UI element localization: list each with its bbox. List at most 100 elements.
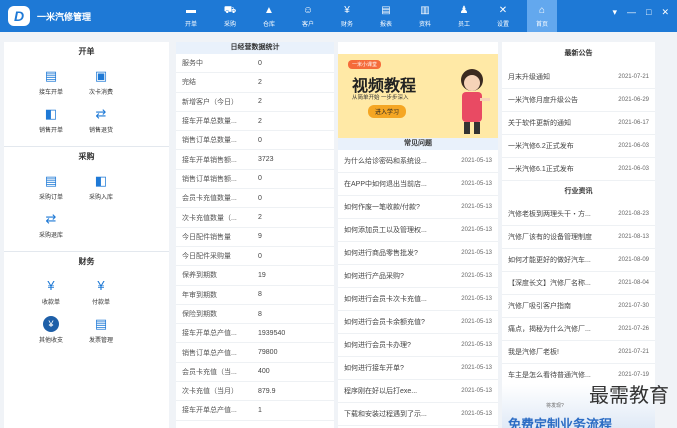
faq-row[interactable]: 如何添加员工以及管理权... 2021-05-13 <box>338 219 498 242</box>
faq-row[interactable]: 如何进行会员卡余额充值? 2021-05-13 <box>338 311 498 334</box>
stat-row: 接车开单总数量... 2 <box>176 112 334 132</box>
industry-row[interactable]: 我是汽修厂老板! 2021-07-21 <box>502 341 655 364</box>
quick-jieche-kaidan[interactable]: ▤ 接车开单 <box>28 68 74 96</box>
quick-label: 发票管理 <box>88 338 113 344</box>
book-icon: ◧ <box>44 106 58 121</box>
section-title-caiwu: 财务 <box>78 257 95 266</box>
stat-row-label: 今日配件销售量 <box>182 233 231 241</box>
faq-row[interactable]: 如何进行会员卡次卡充值... 2021-05-13 <box>338 288 498 311</box>
industry-row-value: 2021-07-30 <box>618 303 649 309</box>
swap-icon: ⇄ <box>95 106 107 121</box>
stat-row-value: 79800 <box>258 349 278 357</box>
faq-row[interactable]: 如何进行产品采购? 2021-05-13 <box>338 265 498 288</box>
announce-row-value: 2021-07-21 <box>618 74 649 80</box>
nav-label: 资料 <box>418 21 431 28</box>
chevron-down-icon[interactable]: ▾ <box>612 7 617 18</box>
card-icon: ▣ <box>94 68 108 83</box>
enter-learning-button[interactable]: 进入学习 <box>368 105 407 118</box>
stat-row-label: 销售订单销售额... <box>182 175 237 183</box>
quick-fapiao-guanli[interactable]: ▤ 发票管理 <box>78 316 124 344</box>
nav-shouye[interactable]: ⌂ 首页 <box>527 0 557 32</box>
nav-caiwu[interactable]: ¥ 财务 <box>332 0 362 32</box>
stat-row-label: 接车开单销售额... <box>182 156 237 164</box>
minimize-icon[interactable]: — <box>627 7 636 18</box>
video-tutorial-banner[interactable]: 一米小课堂 视频教程 从简单开始 一步步深入 进入学习 <box>338 54 498 138</box>
stat-row-value: 1939540 <box>258 329 286 337</box>
industry-row[interactable]: 【深度长文】汽修厂名称... 2021-08-04 <box>502 272 655 295</box>
announce-row[interactable]: 一米汽修6.1正式发布 2021-06-03 <box>502 158 655 181</box>
receipt-yen-icon: ¥ <box>47 278 55 293</box>
industry-row[interactable]: 如何才能更好的做好汽车... 2021-08-09 <box>502 249 655 272</box>
stat-row-value: 0 <box>258 252 262 260</box>
stat-row: 今日配件采购量 0 <box>176 247 334 267</box>
nav-caigou[interactable]: ⛟ 采购 <box>215 0 245 32</box>
nav-ziliao[interactable]: ▥ 资料 <box>410 0 440 32</box>
faq-row[interactable]: 如何进行商品零售批发? 2021-05-13 <box>338 242 498 265</box>
app-logo: D <box>8 6 30 26</box>
industry-row-label: 汽修厂该有的设备管理制度 <box>508 234 592 241</box>
quick-shoukuan-dan[interactable]: ¥ 收款单 <box>28 278 74 306</box>
banner-subtitle: 从简单开始 一步步深入 <box>352 95 409 101</box>
announce-row[interactable]: 月末升级通知 2021-07-21 <box>502 66 655 89</box>
faq-row[interactable]: 如何作废一笔收款/付款? 2021-05-13 <box>338 196 498 219</box>
nav-shezhi[interactable]: ✕ 设置 <box>488 0 518 32</box>
promo-small-text: 将发现? <box>546 403 564 409</box>
nav-baobiao[interactable]: ▤ 报表 <box>371 0 401 32</box>
nav-yuangong[interactable]: ♟ 员工 <box>449 0 479 32</box>
nav-kehu[interactable]: ☺ 客户 <box>293 0 323 32</box>
industry-row-value: 2021-08-09 <box>618 257 649 263</box>
quick-xiaoshou-tuihuo[interactable]: ⇄ 销售退货 <box>78 106 124 134</box>
faq-row-label: 如何作废一笔收款/付款? <box>344 204 420 211</box>
quick-fukuan-dan[interactable]: ¥ 付款单 <box>78 278 124 306</box>
faq-row[interactable]: 如何进行接车开单? 2021-05-13 <box>338 357 498 380</box>
stat-row-value: 8 <box>258 291 262 299</box>
quick-qita-shouzhi[interactable]: ¥ 其他收支 <box>28 316 74 344</box>
industry-row[interactable]: 汽修厂吸引客户指南 2021-07-30 <box>502 295 655 318</box>
faq-row[interactable]: 为什么给诊密码和系统设... 2021-05-13 <box>338 150 498 173</box>
watermark: 最需教育 <box>589 383 669 407</box>
announce-row[interactable]: 一米汽修6.2正式发布 2021-06-03 <box>502 135 655 158</box>
industry-row[interactable]: 痛点，揭秘为什么汽修厂... 2021-07-26 <box>502 318 655 341</box>
faq-row-label: 在APP中如何退出当前店... <box>344 181 427 188</box>
stat-row-label: 服务中 <box>182 60 203 68</box>
industry-row[interactable]: 汽修厂该有的设备管理制度 2021-08-13 <box>502 226 655 249</box>
section-title-kaidan: 开单 <box>78 47 95 56</box>
quick-xiaoshou-kaidan[interactable]: ◧ 销售开单 <box>28 106 74 134</box>
clipboard-icon: ▤ <box>44 173 58 188</box>
faq-row-value: 2021-05-13 <box>461 204 492 210</box>
faq-row[interactable]: 程序刚在好以后打exe... 2021-05-13 <box>338 380 498 403</box>
faq-row[interactable]: 如何进行会员卡办理? 2021-05-13 <box>338 334 498 357</box>
faq-row[interactable]: 下载和安装过程遇到了示... 2021-05-13 <box>338 403 498 426</box>
quick-label: 接车开单 <box>38 90 63 96</box>
quick-ciká-xiaofei[interactable]: ▣ 次卡消费 <box>78 68 124 96</box>
app-title: 一米汽修管理 <box>37 11 92 22</box>
nav-cangku[interactable]: ▲ 仓库 <box>254 0 284 32</box>
quick-caigou-dingdan[interactable]: ▤ 采购订单 <box>28 173 74 201</box>
stat-row-value: 0 <box>258 59 262 67</box>
faq-row-value: 2021-05-13 <box>461 250 492 256</box>
stat-row-value: 0 <box>258 136 262 144</box>
stat-row: 新增客户（今日） 2 <box>176 93 334 112</box>
industry-row-label: 如何才能更好的做好汽车... <box>508 257 591 264</box>
faq-row[interactable]: 在APP中如何退出当前店... 2021-05-13 <box>338 173 498 196</box>
quick-label: 采购订单 <box>38 195 63 201</box>
close-icon[interactable]: ✕ <box>661 7 669 18</box>
announce-row-label: 月末升级通知 <box>508 74 550 81</box>
stat-row: 年审到期数 8 <box>176 286 334 305</box>
announce-row[interactable]: 关于软件更新的通知 2021-06-17 <box>502 112 655 135</box>
quick-caigou-tuiku[interactable]: ⇄ 采购退库 <box>28 211 74 239</box>
industry-list: 汽修老板到两理头干・方... 2021-08-23 汽修厂该有的设备管理制度 2021… <box>502 203 655 387</box>
faq-row-label: 如何进行商品零售批发? <box>344 250 418 257</box>
warehouse-icon: ▲ <box>264 4 274 16</box>
stat-row: 保险到期数 8 <box>176 305 334 325</box>
maximize-icon[interactable]: □ <box>646 7 651 18</box>
industry-row[interactable]: 汽修老板到两理头干・方... 2021-08-23 <box>502 203 655 226</box>
quick-caigou-ruku[interactable]: ◧ 采购入库 <box>78 173 124 201</box>
quick-label: 付款单 <box>91 300 110 306</box>
stat-row: 会员卡充值（当... 400 <box>176 363 334 383</box>
nav-kaidan[interactable]: ▬ 开单 <box>176 0 206 32</box>
announce-row-label: 一米汽修月度升级公告 <box>508 97 578 104</box>
announce-row-label: 一米汽修6.1正式发布 <box>508 166 574 173</box>
stat-row-value: 3723 <box>258 156 274 164</box>
announce-row[interactable]: 一米汽修月度升级公告 2021-06-29 <box>502 89 655 112</box>
